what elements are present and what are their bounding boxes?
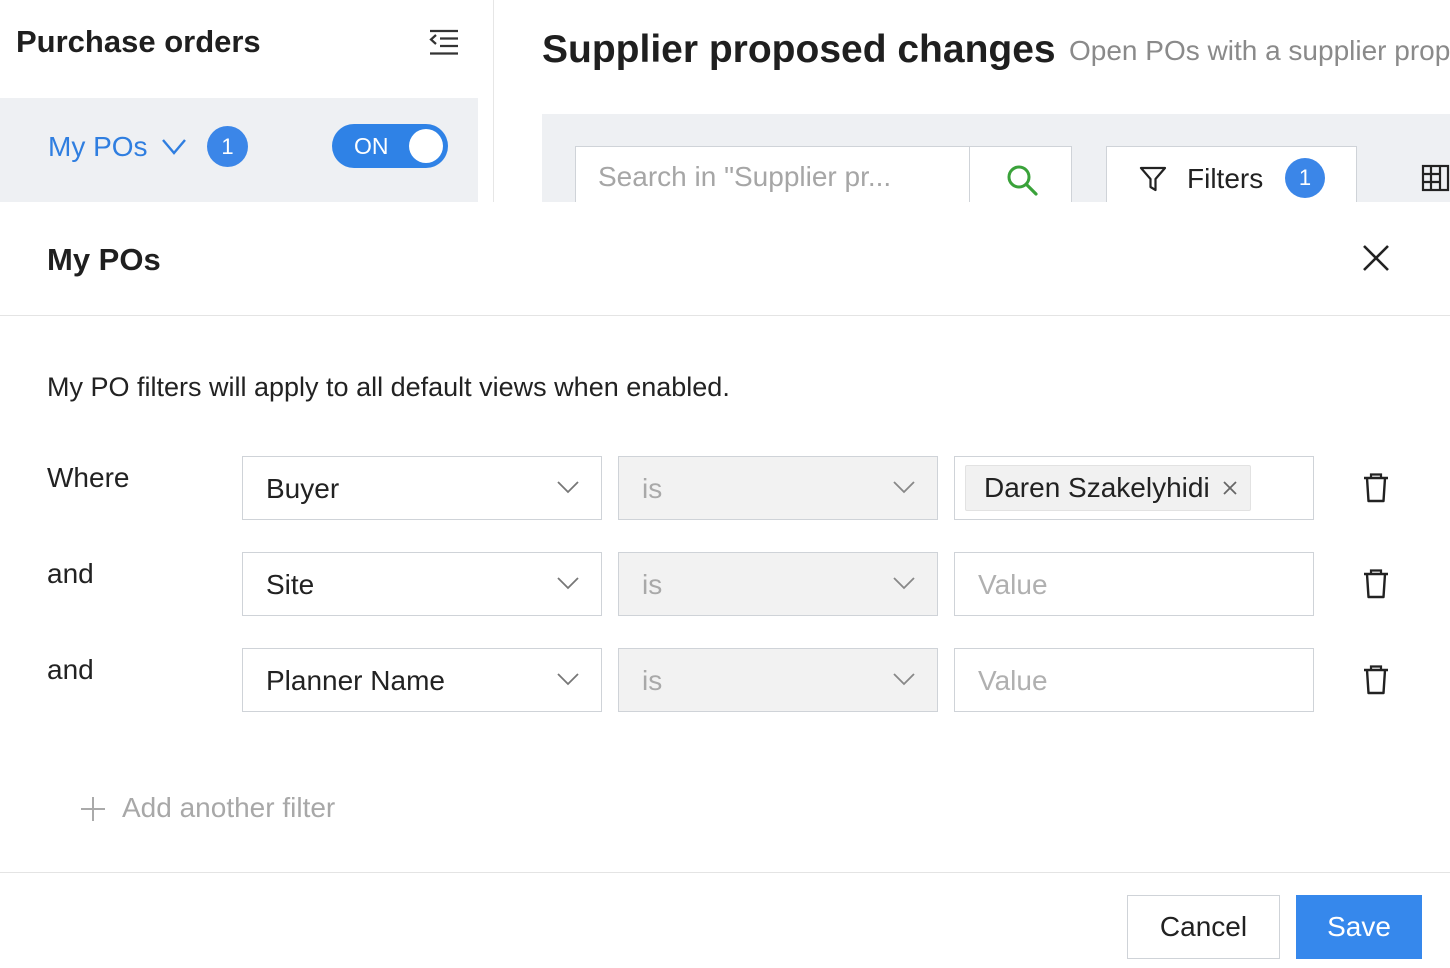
filter-row: and Site is xyxy=(0,552,1450,616)
filter-field-value: Buyer xyxy=(266,473,340,504)
page-title: Supplier proposed changes xyxy=(542,28,1056,71)
chevron-down-icon xyxy=(893,577,915,590)
filter-field-select[interactable]: Buyer xyxy=(242,456,602,520)
filter-value-field[interactable] xyxy=(954,648,1314,712)
remove-chip-icon[interactable] xyxy=(1222,480,1238,496)
my-pos-toggle[interactable]: ON xyxy=(332,124,448,168)
funnel-icon xyxy=(1139,166,1167,192)
filter-row: Where Buyer is Daren Szakelyhidi xyxy=(0,456,1450,520)
filter-field-value: Planner Name xyxy=(266,665,445,696)
filter-field-select[interactable]: Site xyxy=(242,552,602,616)
modal-footer: Cancel Save xyxy=(0,872,1450,968)
filter-value-input[interactable] xyxy=(978,665,1288,697)
search-input[interactable] xyxy=(598,161,938,193)
filter-field-select[interactable]: Planner Name xyxy=(242,648,602,712)
filters-count-badge: 1 xyxy=(1285,158,1325,198)
filter-operator-value: is xyxy=(642,473,663,504)
page-subtitle: Open POs with a supplier prop xyxy=(1069,35,1450,66)
plus-icon xyxy=(81,797,105,821)
columns-icon[interactable] xyxy=(1421,164,1450,192)
add-filter-label: Add another filter xyxy=(122,792,336,823)
trash-icon[interactable] xyxy=(1362,664,1390,696)
modal-title: My POs xyxy=(47,242,161,277)
filter-operator-select: is xyxy=(618,648,938,712)
trash-icon[interactable] xyxy=(1362,472,1390,504)
filter-operator-select: is xyxy=(618,552,938,616)
close-icon[interactable] xyxy=(1358,240,1394,276)
filter-row: and Planner Name is xyxy=(0,648,1450,712)
chevron-down-icon[interactable] xyxy=(160,136,188,158)
filters-label: Filters xyxy=(1187,163,1264,194)
filter-operator-value: is xyxy=(642,569,663,600)
modal-header: My POs xyxy=(0,202,1450,316)
filter-value-field[interactable] xyxy=(954,552,1314,616)
toggle-label: ON xyxy=(354,133,389,159)
filter-connector-label: and xyxy=(47,654,94,685)
chevron-down-icon xyxy=(557,577,579,590)
my-pos-modal: My POs My PO filters will apply to all d… xyxy=(0,202,1450,968)
my-pos-count-badge: 1 xyxy=(207,126,248,167)
value-chip: Daren Szakelyhidi xyxy=(965,465,1251,511)
collapse-menu-icon[interactable] xyxy=(428,28,460,56)
toggle-knob xyxy=(409,129,443,163)
filter-connector-label: and xyxy=(47,558,94,589)
chevron-down-icon xyxy=(557,673,579,686)
sidebar-title: Purchase orders xyxy=(16,24,261,59)
chevron-down-icon xyxy=(557,481,579,494)
cancel-button[interactable]: Cancel xyxy=(1127,895,1280,959)
modal-description: My PO filters will apply to all default … xyxy=(47,372,730,402)
trash-icon[interactable] xyxy=(1362,568,1390,600)
save-button[interactable]: Save xyxy=(1296,895,1422,959)
value-chip-label: Daren Szakelyhidi xyxy=(984,472,1210,503)
filter-connector-label: Where xyxy=(47,462,130,493)
filter-operator-value: is xyxy=(642,665,663,696)
filter-field-value: Site xyxy=(266,569,315,600)
filter-operator-select: is xyxy=(618,456,938,520)
my-pos-dropdown-label[interactable]: My POs xyxy=(48,131,148,163)
filter-value-field[interactable]: Daren Szakelyhidi xyxy=(954,456,1314,520)
chevron-down-icon xyxy=(893,481,915,494)
search-icon xyxy=(1007,165,1038,196)
filter-value-input[interactable] xyxy=(978,569,1288,601)
chevron-down-icon xyxy=(893,673,915,686)
